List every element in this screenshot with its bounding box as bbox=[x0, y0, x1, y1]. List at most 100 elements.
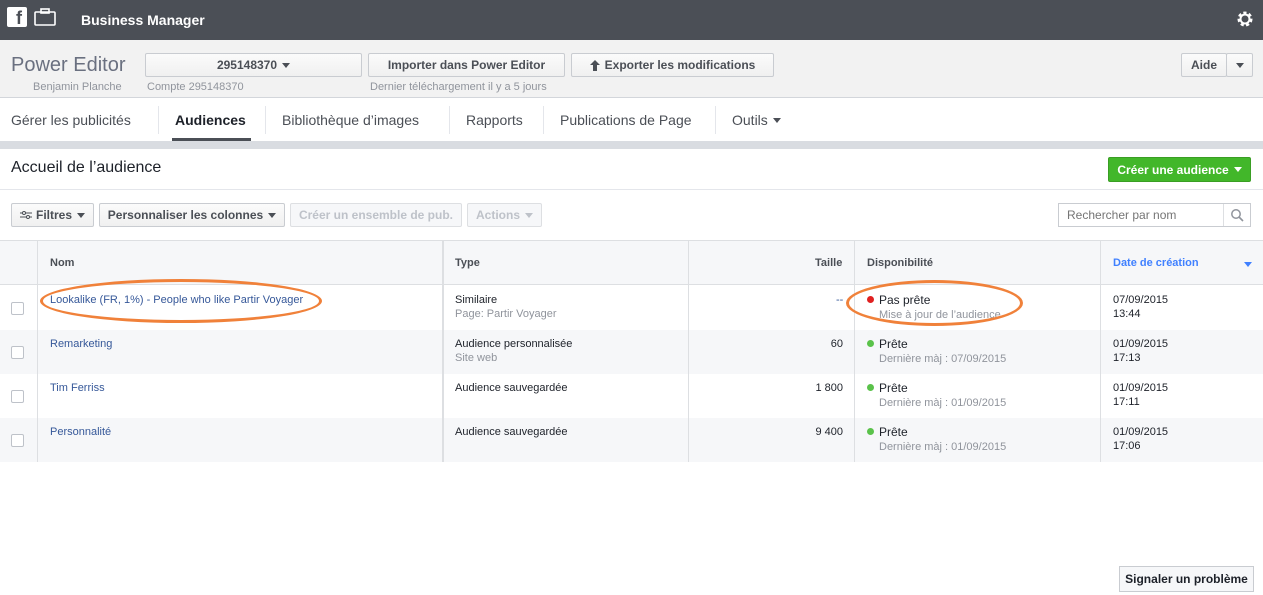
import-button-label: Importer dans Power Editor bbox=[387, 58, 546, 72]
account-select[interactable]: 295148370 bbox=[145, 53, 362, 77]
tab-audiences[interactable]: Audiences bbox=[175, 99, 246, 141]
nav-divider-strip bbox=[0, 141, 1263, 149]
status-dot-icon bbox=[867, 428, 874, 435]
tab-reports[interactable]: Rapports bbox=[466, 99, 523, 141]
availability-detail: Dernière màj : 07/09/2015 bbox=[879, 353, 1007, 365]
created-time: 17:06 bbox=[1113, 440, 1141, 452]
nav-divider bbox=[449, 106, 450, 134]
help-dropdown-button[interactable] bbox=[1226, 53, 1253, 77]
chevron-down-icon bbox=[1235, 62, 1244, 68]
availability-status: Prête bbox=[867, 381, 908, 395]
created-time: 17:13 bbox=[1113, 352, 1141, 364]
tab-label: Rapports bbox=[466, 112, 523, 128]
chevron-down-icon bbox=[1233, 167, 1242, 172]
availability-status: Prête bbox=[867, 425, 908, 439]
chevron-down-icon bbox=[525, 212, 533, 218]
table-row[interactable]: Personnalité Audience sauvegardée 9 400 … bbox=[0, 418, 1263, 462]
availability-label: Prête bbox=[879, 425, 908, 439]
created-date: 01/09/2015 bbox=[1113, 338, 1169, 350]
briefcase-icon[interactable] bbox=[34, 8, 56, 26]
create-audience-label: Créer une audience bbox=[1117, 162, 1229, 177]
row-checkbox[interactable] bbox=[11, 390, 24, 403]
chevron-down-icon bbox=[77, 212, 85, 218]
chevron-down-icon bbox=[268, 212, 277, 218]
search-icon[interactable] bbox=[1230, 208, 1244, 222]
user-name: Benjamin Planche bbox=[33, 81, 122, 93]
actions-label: Actions bbox=[475, 208, 520, 222]
import-button[interactable]: Importer dans Power Editor bbox=[368, 53, 565, 77]
column-header-size[interactable]: Taille bbox=[815, 257, 842, 269]
row-checkbox[interactable] bbox=[11, 302, 24, 315]
tab-label: Publications de Page bbox=[560, 112, 692, 128]
chevron-down-icon bbox=[772, 117, 781, 123]
column-header-type[interactable]: Type bbox=[455, 257, 480, 269]
tab-page-posts[interactable]: Publications de Page bbox=[560, 99, 692, 141]
customize-columns-button[interactable]: Personnaliser les colonnes bbox=[99, 203, 285, 227]
main-nav: Gérer les publicités Audiences Bibliothè… bbox=[0, 99, 1263, 141]
nav-divider bbox=[543, 106, 544, 134]
filters-label: Filtres bbox=[35, 208, 72, 222]
tab-label: Gérer les publicités bbox=[11, 112, 131, 128]
audience-size: 60 bbox=[830, 338, 843, 350]
report-problem-button[interactable]: Signaler un problème bbox=[1119, 566, 1254, 592]
create-audience-button[interactable]: Créer une audience bbox=[1108, 157, 1251, 182]
annotation-ellipse bbox=[846, 280, 1023, 326]
power-editor-title: Power Editor bbox=[11, 54, 126, 76]
tab-label: Bibliothèque d’images bbox=[282, 112, 419, 128]
tab-tools[interactable]: Outils bbox=[732, 99, 781, 141]
column-divider bbox=[1100, 241, 1101, 462]
column-header-created[interactable]: Date de création bbox=[1113, 257, 1199, 269]
nav-divider bbox=[265, 106, 266, 134]
column-divider bbox=[854, 241, 855, 462]
audience-type: Audience sauvegardée bbox=[455, 426, 568, 438]
tab-image-library[interactable]: Bibliothèque d’images bbox=[282, 99, 419, 141]
audience-type-detail: Page: Partir Voyager bbox=[455, 308, 557, 320]
app-title: Business Manager bbox=[81, 12, 205, 28]
create-adset-label: Créer un ensemble de pub. bbox=[298, 208, 454, 222]
audience-type: Audience sauvegardée bbox=[455, 382, 568, 394]
tab-label: Audiences bbox=[175, 112, 246, 128]
row-checkbox[interactable] bbox=[11, 346, 24, 359]
export-button[interactable]: Exporter les modifications bbox=[571, 53, 774, 77]
tab-manage-ads[interactable]: Gérer les publicités bbox=[11, 99, 131, 141]
nav-divider bbox=[158, 106, 159, 134]
filters-button[interactable]: Filtres bbox=[11, 203, 94, 227]
gear-icon[interactable] bbox=[1235, 9, 1255, 29]
tab-label: Outils bbox=[732, 112, 768, 128]
audience-name-link[interactable]: Personnalité bbox=[50, 425, 111, 439]
availability-label: Prête bbox=[879, 381, 908, 395]
power-editor-bar: Power Editor Benjamin Planche 295148370 … bbox=[0, 40, 1263, 98]
nav-divider bbox=[715, 106, 716, 134]
audience-name-link[interactable]: Remarketing bbox=[50, 337, 112, 351]
table-row[interactable]: Tim Ferriss Audience sauvegardée 1 800 P… bbox=[0, 374, 1263, 418]
sort-desc-icon[interactable] bbox=[1244, 262, 1252, 267]
availability-detail: Dernière màj : 01/09/2015 bbox=[879, 397, 1007, 409]
column-header-name[interactable]: Nom bbox=[50, 257, 74, 269]
account-select-label: 295148370 bbox=[216, 58, 278, 72]
availability-label: Prête bbox=[879, 337, 908, 351]
column-divider[interactable] bbox=[442, 241, 444, 462]
annotation-ellipse bbox=[40, 279, 322, 323]
column-header-availability[interactable]: Disponibilité bbox=[867, 257, 933, 269]
chevron-down-icon bbox=[282, 62, 291, 68]
audience-size: 9 400 bbox=[815, 426, 843, 438]
actions-button[interactable]: Actions bbox=[467, 203, 542, 227]
column-divider bbox=[688, 241, 689, 462]
status-dot-icon bbox=[867, 384, 874, 391]
row-checkbox[interactable] bbox=[11, 434, 24, 447]
audience-type-detail: Site web bbox=[455, 352, 498, 364]
audience-table: Nom Type Taille Disponibilité Date de cr… bbox=[0, 240, 1263, 462]
created-time: 17:11 bbox=[1113, 396, 1140, 408]
table-row[interactable]: Remarketing Audience personnalisée Site … bbox=[0, 330, 1263, 374]
search-divider bbox=[1223, 204, 1224, 226]
facebook-icon[interactable]: f bbox=[7, 7, 27, 27]
audience-name-link[interactable]: Tim Ferriss bbox=[50, 381, 105, 395]
created-date: 01/09/2015 bbox=[1113, 382, 1169, 394]
column-divider bbox=[37, 241, 38, 462]
header-divider bbox=[0, 189, 1263, 190]
help-button[interactable]: Aide bbox=[1181, 53, 1227, 77]
status-dot-icon bbox=[867, 340, 874, 347]
audience-type: Similaire bbox=[455, 294, 498, 306]
download-note: Dernier téléchargement il y a 5 jours bbox=[370, 81, 547, 93]
create-adset-button[interactable]: Créer un ensemble de pub. bbox=[290, 203, 462, 227]
